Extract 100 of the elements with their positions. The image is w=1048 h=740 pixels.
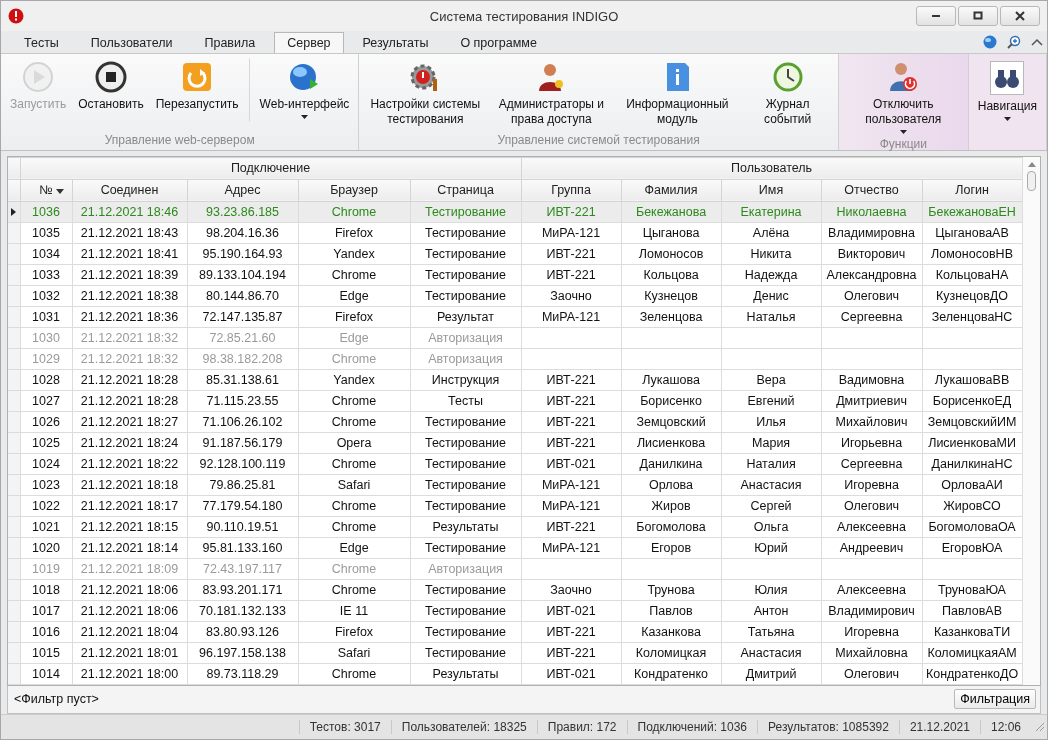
table-cell: 21.12.2021 18:14 xyxy=(72,537,187,558)
table-cell: Edge xyxy=(298,285,410,306)
table-cell: Заочно xyxy=(521,579,622,600)
filter-button[interactable]: Фильтрация xyxy=(954,689,1036,710)
ribbon-tab[interactable]: Пользователи xyxy=(77,31,186,53)
table-cell: Safari xyxy=(298,642,410,663)
table-cell: Игоревна xyxy=(821,621,923,642)
table-cell: 95.190.164.93 xyxy=(187,243,298,264)
ribbon-tab[interactable]: Результаты xyxy=(349,31,442,53)
table-cell: Результаты xyxy=(410,663,522,684)
table-cell: Казанкова xyxy=(621,621,722,642)
table-cell: Firefox xyxy=(298,306,410,327)
status-item: 21.12.2021 xyxy=(898,720,980,735)
table-cell: Chrome xyxy=(298,348,410,369)
table-cell: Opera xyxy=(298,432,410,453)
table-cell: Цыганова xyxy=(621,222,722,243)
vertical-scrollbar[interactable] xyxy=(1022,156,1040,685)
table-cell: Тестирование xyxy=(410,579,522,600)
ribbon-tab[interactable]: О программе xyxy=(447,31,550,53)
ribbon-tab[interactable]: Правила xyxy=(191,31,269,53)
table-cell: Ольга xyxy=(721,516,822,537)
table-cell: Владимировна xyxy=(821,222,923,243)
maximize-icon xyxy=(973,10,983,21)
resize-grip-icon[interactable] xyxy=(1035,722,1045,733)
table-cell: 1029 xyxy=(20,348,72,369)
table-cell: 21.12.2021 18:15 xyxy=(72,516,187,537)
table-cell: Edge xyxy=(298,327,410,348)
table-cell: Александровна xyxy=(821,264,923,285)
table-cell: ИВТ-221 xyxy=(521,621,622,642)
table-cell: 1019 xyxy=(20,558,72,579)
table-cell: 21.12.2021 18:36 xyxy=(72,306,187,327)
table-cell: Илья xyxy=(721,411,822,432)
table-cell: ИВТ-221 xyxy=(521,369,622,390)
table-cell: 1035 xyxy=(20,222,72,243)
table-cell: 98.204.16.36 xyxy=(187,222,298,243)
table-cell: Тестирование xyxy=(410,600,522,621)
globe-icon[interactable] xyxy=(983,34,997,49)
table-cell: 21.12.2021 18:27 xyxy=(72,411,187,432)
ribbon-button[interactable]: Администраторы и права доступа xyxy=(488,57,615,130)
column-group-header: Подключение xyxy=(20,157,522,179)
table-cell: 21.12.2021 18:18 xyxy=(72,474,187,495)
table-cell: Егоров xyxy=(621,537,722,558)
scroll-up-icon[interactable] xyxy=(1027,161,1036,167)
table-cell: 1015 xyxy=(20,642,72,663)
table-cell: МиРА-121 xyxy=(521,306,622,327)
table-cell: 1024 xyxy=(20,453,72,474)
scroll-thumb[interactable] xyxy=(1027,170,1036,191)
ribbon-button[interactable]: Web-интерфейс xyxy=(248,57,356,122)
table-cell: 1025 xyxy=(20,432,72,453)
ribbon-button[interactable]: Информационный модуль xyxy=(614,57,741,130)
filter-text: <Фильтр пуст> xyxy=(14,692,99,707)
table-cell: 21.12.2021 18:04 xyxy=(72,621,187,642)
table-cell: Тестирование xyxy=(410,411,522,432)
close-button[interactable] xyxy=(1000,5,1040,26)
ribbon-button[interactable]: Перезапустить xyxy=(149,57,245,115)
table-cell: ИВТ-021 xyxy=(521,663,622,684)
table-cell: Chrome xyxy=(298,411,410,432)
table-cell: Инструкция xyxy=(410,369,522,390)
table-cell: 1022 xyxy=(20,495,72,516)
table-cell: Алексеевна xyxy=(821,579,923,600)
table-cell: Орлова xyxy=(621,474,722,495)
table-cell: 71.115.23.55 xyxy=(187,390,298,411)
ribbon-tab[interactable]: Тесты xyxy=(11,31,72,53)
play-icon xyxy=(22,60,55,93)
minimize-icon xyxy=(932,14,940,17)
ribbon-button[interactable]: Журнал событий xyxy=(740,57,835,130)
table-cell: Татьяна xyxy=(721,621,822,642)
status-item: Правил: 172 xyxy=(536,720,627,735)
table-cell: ИВТ-221 xyxy=(521,264,622,285)
table-cell: Борисенко xyxy=(621,390,722,411)
table-cell: 77.179.54.180 xyxy=(187,495,298,516)
table-cell: 95.81.133.160 xyxy=(187,537,298,558)
table-cell: Тестирование xyxy=(410,621,522,642)
table-cell: Данилкина xyxy=(621,453,722,474)
zoom-in-icon[interactable] xyxy=(1007,34,1021,49)
collapse-chevron-icon[interactable] xyxy=(1031,36,1043,47)
stop-icon xyxy=(95,60,127,93)
table-cell: Анастасия xyxy=(721,474,822,495)
table-cell: Тестирование xyxy=(410,285,522,306)
table-cell: МиРА-121 xyxy=(521,495,622,516)
table-cell: Игоревна xyxy=(821,474,923,495)
table-cell: Chrome xyxy=(298,264,410,285)
table-cell: 1014 xyxy=(20,663,72,684)
table-cell: ИВТ-221 xyxy=(521,432,622,453)
table-cell: Edge xyxy=(298,537,410,558)
ribbon-button[interactable]: Настройки системы тестирования xyxy=(362,57,489,130)
table-cell: 1033 xyxy=(20,264,72,285)
ribbon-tab[interactable]: Сервер xyxy=(274,31,344,53)
window-title: Система тестирования INDIGO xyxy=(429,9,619,24)
table-cell: Результат xyxy=(410,306,522,327)
binoculars-icon xyxy=(990,60,1025,95)
table-cell: Chrome xyxy=(298,579,410,600)
table-cell: ИВТ-021 xyxy=(521,600,622,621)
maximize-button[interactable] xyxy=(958,5,998,26)
table-cell: 1021 xyxy=(20,516,72,537)
ribbon-button[interactable]: Остановить xyxy=(72,57,150,115)
group-label: Функции xyxy=(878,136,928,151)
table-cell: Юрий xyxy=(721,537,822,558)
table-cell: Алёна xyxy=(721,222,822,243)
table-cell: Тесты xyxy=(410,390,522,411)
